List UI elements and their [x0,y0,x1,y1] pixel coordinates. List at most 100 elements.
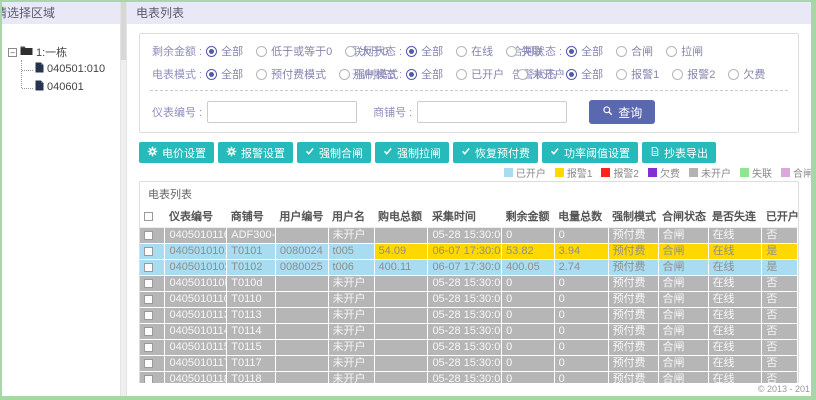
select-all-checkbox[interactable] [144,211,153,221]
row-checkbox[interactable] [144,294,153,304]
toolbar-button[interactable]: 恢复预付费 [453,142,538,163]
row-checkbox[interactable] [144,342,153,352]
radio-option[interactable]: 报警1 [616,66,659,82]
radio-option[interactable]: 全部 [406,43,443,59]
tree-root-node[interactable]: − 1:一栋 [8,44,116,60]
radio-icon[interactable] [728,68,740,80]
table-cell [275,227,329,244]
radio-option[interactable]: 全部 [566,66,603,82]
toolbar-button[interactable]: 电价设置 [139,142,214,163]
table-cell: 0 [501,355,555,372]
table-cell: 2.74 [554,259,609,276]
toolbar-button[interactable]: 强制拉闸 [375,142,449,163]
radio-icon[interactable] [456,45,468,57]
radio-selected-icon[interactable] [206,45,218,57]
table-row[interactable]: 0405010101 T0101 0080024 t005 54.09 06-07 17:… [140,243,798,260]
table-row[interactable]: 0405010114 T0114 未开户 05-28 15:30:00 0 0 预付费 合闸在… [140,323,798,340]
toolbar-button-label: 报警设置 [241,147,285,160]
table-cell: 在线 [708,291,763,308]
radio-option-label: 低于或等于0 [271,46,333,58]
radio-selected-icon[interactable] [406,45,418,57]
radio-icon[interactable] [345,45,357,57]
table-cell: 合闸 [658,275,709,292]
radio-option[interactable]: 低于或等于0 [256,43,332,59]
table-cell: 否 [761,355,798,372]
row-checkbox[interactable] [144,262,153,272]
radio-icon[interactable] [339,68,351,80]
table-row[interactable]: 0405010117 T0117 未开户 05-28 15:30:00 0 0 预付费 合闸在… [140,355,798,372]
legend-item: 已开户 [503,165,546,180]
legend-label: 报警2 [613,169,639,180]
radio-icon[interactable] [666,45,678,57]
radio-option[interactable]: 预付费模式 [256,66,326,82]
table-cell: 05-28 15:30:00 [427,291,503,308]
row-checkbox[interactable] [144,230,153,240]
toolbar-button[interactable]: 抄表导出 [642,142,716,163]
table-section-title: 电表列表 [148,189,192,201]
table-cell: 0 [501,307,555,324]
row-checkbox[interactable] [144,246,153,256]
radio-option[interactable]: 全部 [206,43,243,59]
sidebar-scrollbar[interactable] [120,2,127,396]
radio-option[interactable]: 全部 [566,43,603,59]
radio-icon[interactable] [517,68,529,80]
radio-selected-icon[interactable] [566,45,578,57]
query-button[interactable]: 查询 [589,100,656,124]
table-cell: 05-28 15:30:00 [427,275,503,292]
table-cell: 未开户 [328,355,375,372]
radio-option[interactable]: 拉闸 [666,43,703,59]
shop-no-input[interactable] [417,101,568,123]
radio-option[interactable]: 在线 [456,43,493,59]
radio-option[interactable]: 已开户 [456,66,504,82]
table-cell: 0 [501,339,555,356]
radio-icon[interactable] [256,68,268,80]
radio-option[interactable]: 全部 [406,66,443,82]
radio-option[interactable]: 全部 [206,66,243,82]
radio-selected-icon[interactable] [566,68,578,80]
row-checkbox[interactable] [144,310,153,320]
row-checkbox[interactable] [144,358,153,368]
table-cell [374,323,429,340]
check-icon [461,146,471,159]
radio-icon[interactable] [506,45,518,57]
table-row[interactable]: 0405010113 T0113 未开户 05-28 15:30:00 0 0 预付费 合闸在… [140,307,798,324]
tree-node-label[interactable]: 040501:010 [47,63,105,75]
toolbar-button-label: 强制拉闸 [397,147,441,160]
radio-option[interactable]: 报警2 [672,66,715,82]
radio-icon[interactable] [256,45,268,57]
toolbar-button[interactable]: 功率阈值设置 [542,142,638,163]
table-cell: 0080024 [275,243,329,260]
row-checkbox-cell [140,275,166,292]
table-row[interactable]: 0405010110 T0110 未开户 05-28 15:30:00 0 0 预付费 合闸在… [140,291,798,308]
scrollbar-thumb[interactable] [121,2,126,60]
table-row[interactable]: 040501010D T010d 未开户 05-28 15:30:00 0 0 预付费 合闸在… [140,275,798,292]
table-row[interactable]: 0405010116ADF300-D 3未开户05-28 15:30:0000预… [140,227,798,244]
table-row[interactable]: 0405010115 T0115 未开户 05-28 15:30:00 0 0 预付费 合闸在… [140,339,798,356]
row-checkbox[interactable] [144,278,153,288]
row-checkbox-cell [140,307,166,324]
sidebar-title: 请选择区域 [2,2,120,24]
radio-option[interactable]: 欠费 [728,66,765,82]
meter-no-input[interactable] [207,101,358,123]
toolbar-button[interactable]: 报警设置 [218,142,293,163]
table-row[interactable]: 0405010102 T0102 0080025 t006 400.11 06-07 17… [140,259,798,276]
row-checkbox[interactable] [144,326,153,336]
radio-icon[interactable] [456,68,468,80]
tree-node-label[interactable]: 040601 [47,81,84,93]
filter-separator [150,90,788,91]
toolbar-button[interactable]: 强制合闸 [297,142,371,163]
tree-collapse-icon[interactable]: − [8,47,17,57]
radio-selected-icon[interactable] [406,68,418,80]
radio-icon[interactable] [672,68,684,80]
toolbar-button-label: 抄表导出 [664,147,708,160]
tree-node[interactable]: 040501:010 [22,60,116,78]
radio-icon[interactable] [616,68,628,80]
legend-swatch [503,168,513,177]
tree-node[interactable]: 040601 [20,78,116,97]
filter-group-4: 开户状态 : 全部 已开户 未开户 [352,66,565,82]
radio-option-label: 全部 [421,69,444,81]
radio-icon[interactable] [616,45,628,57]
tree-root-label[interactable]: 1:一栋 [36,44,67,60]
radio-selected-icon[interactable] [206,68,218,80]
radio-option[interactable]: 合闸 [616,43,653,59]
